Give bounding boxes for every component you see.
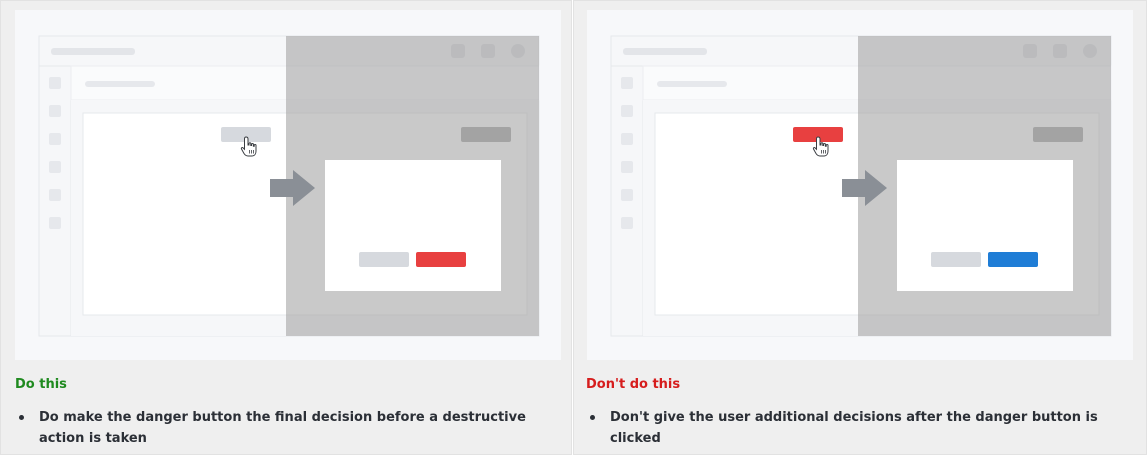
dialog-primary-button: [416, 252, 466, 267]
confirmation-dialog: [325, 160, 501, 291]
do-illustration: [15, 10, 561, 360]
list-item: Don't give the user additional decisions…: [586, 407, 1106, 449]
dont-panel: Don't do this Don't give the user additi…: [573, 0, 1147, 455]
dialog-cancel-button: [931, 252, 981, 267]
do-tips-list: Do make the danger button the final deci…: [15, 407, 535, 449]
tip-text: Don't give the user additional decisions…: [610, 410, 1098, 446]
dialog-primary-button: [988, 252, 1038, 267]
guideline-comparison: Do this Do make the danger button the fi…: [0, 0, 1147, 455]
dialog-cancel-button: [359, 252, 409, 267]
tip-text: Do make the danger button the final deci…: [39, 410, 526, 446]
bullet: [590, 415, 595, 420]
do-heading: Do this: [15, 377, 67, 392]
list-item: Do make the danger button the final deci…: [15, 407, 535, 449]
do-panel: Do this Do make the danger button the fi…: [0, 0, 572, 455]
dont-tips-list: Don't give the user additional decisions…: [586, 407, 1106, 449]
bullet: [19, 415, 24, 420]
dont-heading: Don't do this: [586, 377, 681, 392]
confirmation-dialog: [897, 160, 1073, 291]
dont-illustration: [587, 10, 1133, 360]
